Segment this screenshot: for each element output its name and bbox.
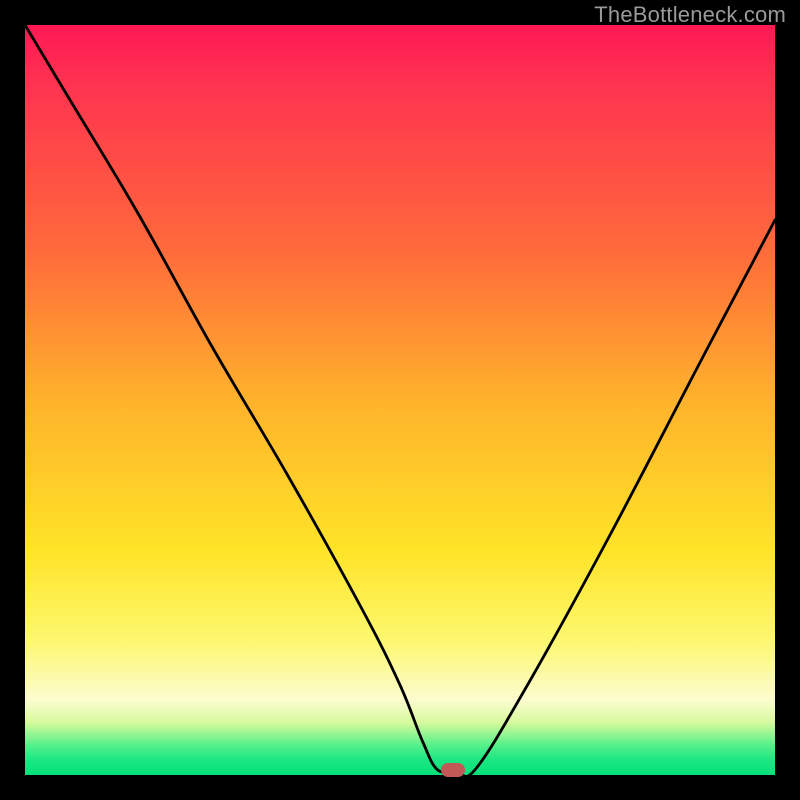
chart-frame: TheBottleneck.com [0, 0, 800, 800]
curve-svg [25, 25, 775, 775]
optimal-point-marker [441, 763, 465, 777]
plot-area [25, 25, 775, 775]
bottleneck-curve [25, 25, 775, 775]
